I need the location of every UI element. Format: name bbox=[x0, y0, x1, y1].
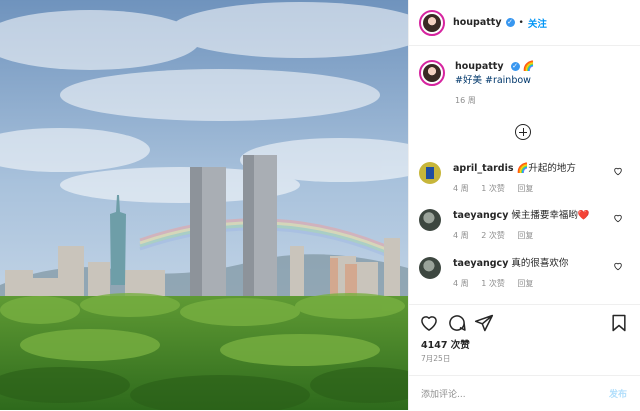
reply-button[interactable]: 回复 bbox=[517, 231, 533, 240]
post-actions: 4147 次赞 7月25日 添加评论... 发布 bbox=[409, 304, 640, 410]
comment-likes[interactable]: 1 次赞 bbox=[481, 279, 505, 288]
comment-likes[interactable]: 1 次赞 bbox=[481, 184, 505, 193]
bookmark-icon[interactable] bbox=[609, 313, 629, 333]
comment-text: 🌈升起的地方 bbox=[516, 163, 576, 174]
paper-plane-icon[interactable] bbox=[474, 313, 494, 333]
commenter-avatar[interactable] bbox=[419, 162, 441, 184]
reply-button[interactable]: 回复 bbox=[517, 279, 533, 288]
likes-count[interactable]: 4147 次赞 bbox=[421, 337, 470, 351]
comment-text: 真的很喜欢你 bbox=[511, 258, 569, 269]
author-username[interactable]: houpatty bbox=[453, 17, 502, 28]
instagram-post: houpatty ✓ • 关注 houpatty ✓ 🌈 #好美 #rainbo… bbox=[0, 0, 640, 410]
comment-age: 4 周 bbox=[453, 184, 469, 193]
caption-avatar[interactable] bbox=[419, 60, 445, 86]
post-photo[interactable] bbox=[0, 0, 408, 410]
comment-item: taeyangcy 真的很喜欢你 4 周 1 次赞 回复 bbox=[419, 257, 631, 291]
rainbow-emoji: 🌈 bbox=[522, 61, 535, 72]
comment-item: taeyangcy 候主播要幸福哟❤️ 4 周 2 次赞 回复 bbox=[419, 209, 631, 243]
comment-age: 4 周 bbox=[453, 279, 469, 288]
commenter-username[interactable]: april_tardis bbox=[453, 163, 514, 174]
comment-age: 4 周 bbox=[453, 231, 469, 240]
reply-button[interactable]: 回复 bbox=[517, 184, 533, 193]
speech-bubble-icon[interactable] bbox=[447, 313, 467, 333]
commenter-avatar[interactable] bbox=[419, 257, 441, 279]
commenter-username[interactable]: taeyangcy bbox=[453, 258, 508, 269]
caption-username[interactable]: houpatty bbox=[455, 61, 504, 72]
add-comment-bar: 添加评论... 发布 bbox=[409, 375, 640, 411]
comment-heart-icon[interactable] bbox=[613, 166, 623, 176]
post-date[interactable]: 7月25日 bbox=[421, 353, 450, 364]
verified-badge-icon: ✓ bbox=[505, 18, 515, 27]
commenter-avatar[interactable] bbox=[419, 209, 441, 231]
comment-text: 候主播要幸福哟❤️ bbox=[511, 210, 590, 221]
comment-item: april_tardis 🌈升起的地方 4 周 1 次赞 回复 bbox=[419, 162, 631, 196]
comment-likes[interactable]: 2 次赞 bbox=[481, 231, 505, 240]
caption-hashtags[interactable]: #好美 #rainbow bbox=[455, 74, 534, 88]
add-comment-input[interactable]: 添加评论... bbox=[421, 387, 466, 400]
comment-heart-icon[interactable] bbox=[613, 261, 623, 271]
post-side-panel: houpatty ✓ • 关注 houpatty ✓ 🌈 #好美 #rainbo… bbox=[408, 0, 640, 410]
author-avatar[interactable] bbox=[419, 9, 445, 36]
commenter-username[interactable]: taeyangcy bbox=[453, 210, 508, 221]
caption-time: 16 周 bbox=[455, 96, 476, 105]
post-comment-button[interactable]: 发布 bbox=[609, 387, 627, 400]
post-caption: houpatty ✓ 🌈 #好美 #rainbow 16 周 bbox=[419, 60, 534, 108]
load-more-comments-icon[interactable] bbox=[515, 124, 531, 140]
verified-badge-icon: ✓ bbox=[510, 62, 520, 71]
comment-heart-icon[interactable] bbox=[613, 213, 623, 223]
post-header: houpatty ✓ • 关注 bbox=[409, 0, 640, 46]
heart-icon[interactable] bbox=[419, 313, 439, 333]
follow-button[interactable]: 关注 bbox=[528, 16, 547, 30]
separator-dot: • bbox=[518, 17, 524, 28]
